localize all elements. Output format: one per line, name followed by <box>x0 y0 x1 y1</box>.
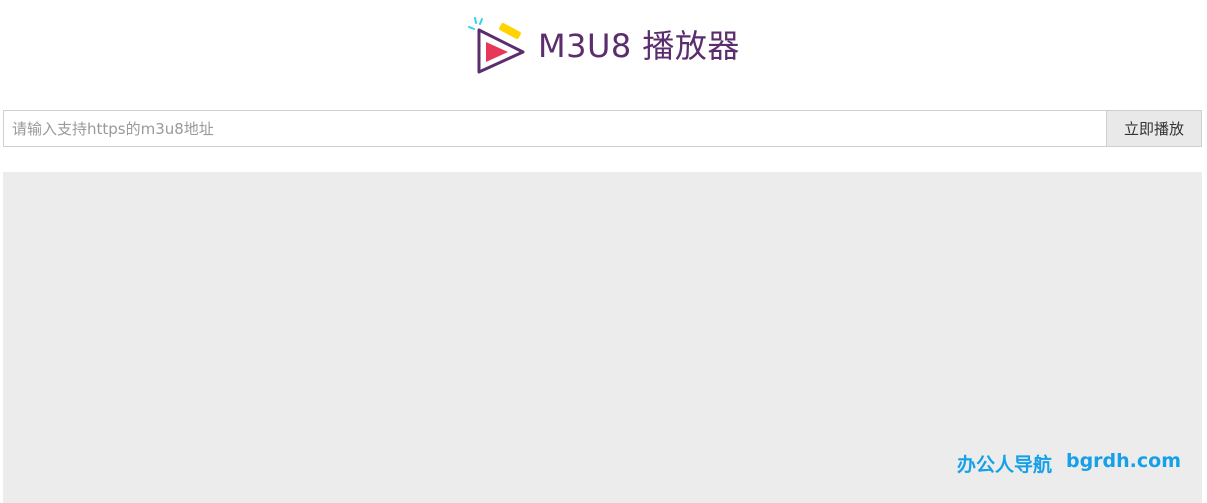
watermark-domain: bgrdh.com <box>1065 450 1181 472</box>
watermark-cn: 办公人导航 <box>956 454 1052 476</box>
m3u8-url-input[interactable] <box>3 110 1106 147</box>
page-title: M3U8 播放器 <box>538 27 740 65</box>
watermark: 办公人导航 bgrdh.com <box>957 450 1181 477</box>
video-player[interactable]: 办公人导航 bgrdh.com <box>3 172 1202 503</box>
play-now-button[interactable]: 立即播放 <box>1106 110 1202 147</box>
logo: M3U8 播放器 <box>466 15 740 77</box>
play-triangle-icon <box>468 17 525 74</box>
url-bar: 立即播放 <box>3 110 1202 147</box>
header: M3U8 播放器 <box>0 0 1207 100</box>
